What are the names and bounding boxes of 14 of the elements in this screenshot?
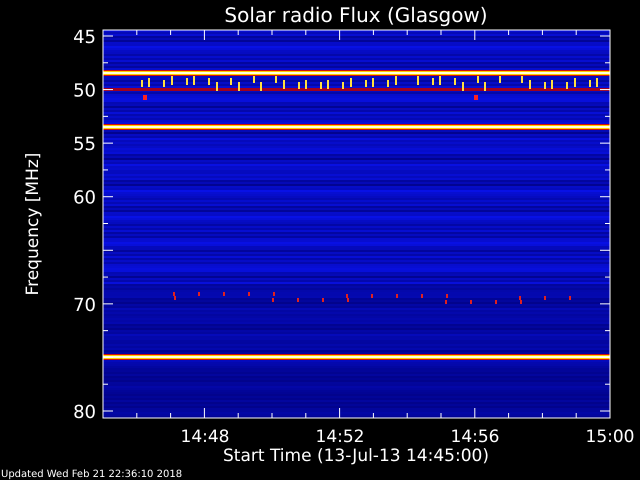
axis-tick-label: 14:52 xyxy=(316,427,364,447)
timestamp-text: Updated Wed Feb 21 22:36:10 2018 xyxy=(1,469,182,480)
axis-tick-label: 50 xyxy=(73,80,96,102)
axis-tick-label: 70 xyxy=(73,294,96,316)
axis-label: Start Time (13-Jul-13 14:45:00) xyxy=(223,446,489,466)
axis-tick-label: 14:56 xyxy=(450,427,500,447)
axis-label: Frequency [MHz] xyxy=(23,152,43,296)
axis-tick-label: 60 xyxy=(73,188,96,209)
axis-tick-label: 45 xyxy=(73,27,96,48)
axis-tick-label: 55 xyxy=(73,134,96,156)
axis-tick-label: 80 xyxy=(73,402,96,423)
axis-tick-label: 14:48 xyxy=(180,427,230,447)
chart-title: Solar radio Flux (Glasgow) xyxy=(224,3,488,27)
axis-tick-label: 15:00 xyxy=(586,427,634,447)
